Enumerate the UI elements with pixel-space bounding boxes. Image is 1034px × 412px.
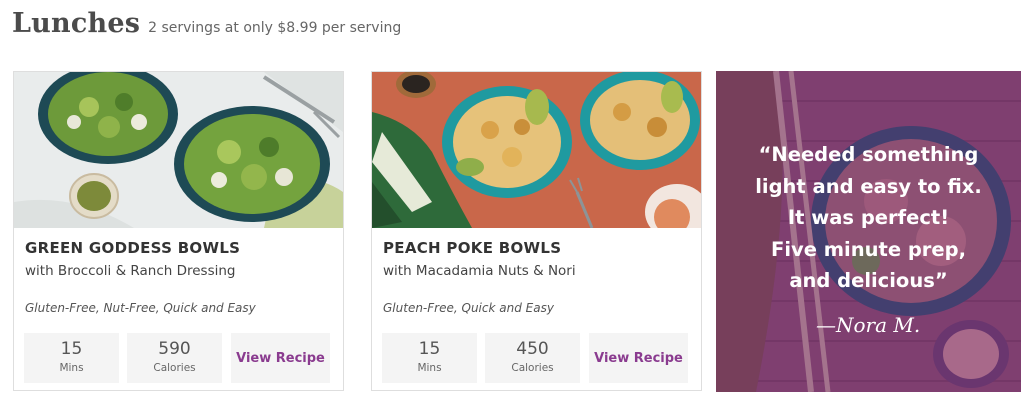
calories-unit: Calories	[511, 362, 554, 374]
recipe-name[interactable]: PEACH POKE BOWLS	[383, 239, 561, 257]
recipe-tags: Gluten-Free, Nut-Free, Quick and Easy	[25, 301, 256, 315]
testimonial-author: —Nora M.	[816, 313, 921, 337]
quote-line: It was perfect!	[787, 206, 950, 229]
testimonial-panel: “Needed something light and easy to fix.…	[716, 71, 1021, 392]
view-recipe-button[interactable]: View Recipe	[231, 333, 330, 383]
prep-time-unit: Mins	[417, 362, 442, 374]
calories-value: 450	[516, 339, 549, 359]
prep-time-value: 15	[418, 339, 441, 359]
section-title: Lunches	[12, 8, 141, 39]
quote-line: light and easy to fix.	[755, 174, 982, 198]
view-recipe-button[interactable]: View Recipe	[589, 333, 688, 383]
prep-time-value: 15	[60, 339, 83, 359]
quote-line: Five minute prep,	[771, 237, 966, 261]
calories-value: 590	[158, 339, 191, 359]
calories-unit: Calories	[153, 362, 196, 374]
prep-time-stat: 15 Mins	[24, 333, 119, 383]
prep-time-stat: 15 Mins	[382, 333, 477, 383]
section-subtitle: 2 servings at only $8.99 per serving	[148, 20, 402, 36]
recipe-card-green-goddess[interactable]: GREEN GODDESS BOWLS with Broccoli & Ranc…	[13, 71, 344, 391]
poke-bowls-photo	[372, 72, 701, 228]
recipe-tags: Gluten-Free, Quick and Easy	[383, 301, 554, 315]
recipe-card-peach-poke[interactable]: PEACH POKE BOWLS with Macadamia Nuts & N…	[371, 71, 702, 391]
recipe-image[interactable]	[14, 72, 343, 228]
calories-stat: 450 Calories	[485, 333, 580, 383]
recipe-subtitle: with Macadamia Nuts & Nori	[383, 263, 576, 279]
recipe-subtitle: with Broccoli & Ranch Dressing	[25, 263, 236, 279]
recipe-image[interactable]	[372, 72, 701, 228]
prep-time-unit: Mins	[59, 362, 84, 374]
calories-stat: 590 Calories	[127, 333, 222, 383]
quote-line: and delicious”	[789, 269, 948, 292]
section-header: Lunches 2 servings at only $8.99 per ser…	[12, 8, 401, 48]
quote-line: “Needed something	[758, 143, 979, 166]
testimonial-quote: “Needed something light and easy to fix.…	[716, 139, 1021, 297]
green-bowls-photo	[14, 72, 343, 228]
recipe-name[interactable]: GREEN GODDESS BOWLS	[25, 239, 240, 257]
